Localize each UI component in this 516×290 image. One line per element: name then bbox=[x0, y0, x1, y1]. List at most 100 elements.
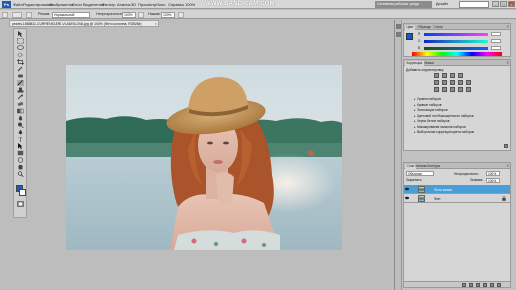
layer-name[interactable]: Фото копия bbox=[434, 188, 452, 192]
close-icon[interactable]: × bbox=[508, 1, 515, 7]
preset-exposure[interactable]: ▸Экспозиция наборов bbox=[414, 108, 499, 113]
blend-mode-select[interactable]: Обычные bbox=[406, 171, 434, 176]
channel-r-slider[interactable] bbox=[424, 33, 488, 36]
layer-style-icon[interactable] bbox=[469, 282, 473, 287]
vibrance-icon[interactable] bbox=[434, 80, 439, 85]
opacity-input[interactable]: 100% bbox=[122, 11, 136, 18]
blur-tool-icon[interactable] bbox=[17, 115, 24, 121]
tab-color[interactable]: Цвет bbox=[405, 24, 416, 30]
tab-swatches[interactable]: Образцы bbox=[416, 25, 432, 30]
menu-file[interactable]: Файл bbox=[13, 2, 23, 7]
menu-filter[interactable]: Фильтр bbox=[102, 2, 115, 7]
panel-menu-icon[interactable]: ≡ bbox=[507, 60, 509, 66]
channel-b-slider[interactable] bbox=[424, 47, 488, 50]
workspace-design-button[interactable]: Дизайн bbox=[434, 1, 457, 8]
levels-icon[interactable] bbox=[442, 73, 447, 78]
exposure-icon[interactable] bbox=[458, 73, 463, 78]
menu-view[interactable]: Просмотр bbox=[138, 2, 156, 7]
brush-size-picker[interactable] bbox=[12, 11, 22, 18]
tab-masks[interactable]: Маски bbox=[423, 61, 435, 66]
channel-b-value[interactable] bbox=[491, 46, 501, 50]
document-image[interactable] bbox=[66, 65, 342, 250]
channel-r-value[interactable] bbox=[491, 32, 501, 36]
curves-icon[interactable] bbox=[450, 73, 455, 78]
channel-g-value[interactable] bbox=[491, 39, 501, 43]
preset-hue-saturation[interactable]: ▸Цветовой тон/Насыщенность наборов bbox=[414, 114, 499, 119]
gradient-map-icon[interactable] bbox=[458, 87, 463, 92]
preset-black-white[interactable]: ▸Черно-белое наборов bbox=[414, 119, 499, 124]
brightness-contrast-icon[interactable] bbox=[434, 73, 439, 78]
panel-menu-icon[interactable]: ≡ bbox=[507, 163, 509, 169]
quick-mask-icon[interactable] bbox=[17, 201, 24, 207]
brush-tool-preset-icon[interactable] bbox=[2, 11, 8, 18]
menu-layers[interactable]: Слои bbox=[72, 2, 82, 7]
preset-selective-color[interactable]: ▸Выборочная коррекция цвета наборов bbox=[414, 130, 499, 135]
color-panel-foreground-swatch[interactable] bbox=[406, 33, 413, 40]
panel-options-icon[interactable] bbox=[504, 144, 508, 148]
zoom-tool-icon[interactable] bbox=[17, 171, 24, 177]
move-tool-icon[interactable] bbox=[17, 31, 24, 37]
visibility-eye-icon[interactable] bbox=[405, 187, 409, 191]
workspace-essentials-button[interactable]: Основная рабочая среда bbox=[375, 1, 432, 8]
preset-curves[interactable]: ▸Кривые наборов bbox=[414, 103, 499, 108]
menu-window[interactable]: Окно bbox=[156, 2, 165, 7]
search-input[interactable] bbox=[459, 1, 489, 8]
menu-3d[interactable]: 3D bbox=[131, 2, 136, 7]
layer-row[interactable]: Фон bbox=[404, 194, 510, 203]
3d-rotate-tool-icon[interactable] bbox=[17, 157, 24, 163]
background-color-swatch[interactable] bbox=[19, 189, 26, 196]
posterize-icon[interactable] bbox=[442, 87, 447, 92]
tab-paths[interactable]: Контуры bbox=[426, 164, 442, 169]
selective-color-icon[interactable] bbox=[466, 87, 471, 92]
maximize-icon[interactable]: □ bbox=[500, 1, 507, 7]
airbrush-icon[interactable] bbox=[178, 11, 184, 18]
path-selection-tool-icon[interactable] bbox=[17, 143, 24, 149]
layer-opacity-input[interactable]: 100% bbox=[486, 171, 500, 176]
healing-brush-tool-icon[interactable] bbox=[17, 73, 24, 79]
layer-name[interactable]: Фон bbox=[434, 197, 440, 201]
document-tab[interactable]: pexels-1858811-CURRENSLERI-VLADISLOVA.jp… bbox=[9, 20, 159, 27]
minimize-icon[interactable]: – bbox=[492, 1, 499, 7]
zoom-level[interactable]: 100% bbox=[185, 2, 195, 7]
color-spectrum-ramp[interactable] bbox=[412, 52, 502, 56]
brush-panel-toggle-icon[interactable] bbox=[26, 11, 32, 18]
threshold-icon[interactable] bbox=[450, 87, 455, 92]
eyedropper-tool-icon[interactable] bbox=[17, 66, 24, 72]
link-layers-icon[interactable] bbox=[462, 282, 466, 287]
shape-tool-icon[interactable] bbox=[17, 150, 24, 156]
tab-styles[interactable]: Стили bbox=[432, 25, 444, 30]
menu-help[interactable]: Справка bbox=[168, 2, 184, 7]
menu-analysis[interactable]: Анализ bbox=[117, 2, 131, 7]
mode-select[interactable]: Нормальный bbox=[52, 11, 90, 18]
fill-input[interactable]: 100% bbox=[486, 177, 500, 183]
flow-input[interactable]: 100% bbox=[161, 11, 175, 18]
hand-tool-icon[interactable] bbox=[17, 164, 24, 170]
canvas-area[interactable] bbox=[28, 28, 393, 290]
close-document-icon[interactable]: × bbox=[155, 21, 157, 26]
black-white-icon[interactable] bbox=[458, 80, 463, 85]
actions-panel-icon[interactable] bbox=[396, 32, 401, 37]
quick-selection-tool-icon[interactable] bbox=[17, 52, 24, 58]
marquee-tool-icon[interactable] bbox=[17, 38, 24, 44]
history-brush-tool-icon[interactable] bbox=[17, 94, 24, 100]
channel-g-slider[interactable] bbox=[424, 40, 488, 43]
pressure-opacity-icon[interactable] bbox=[138, 11, 144, 18]
history-panel-icon[interactable] bbox=[396, 24, 401, 29]
photo-filter-icon[interactable] bbox=[466, 80, 471, 85]
lasso-tool-icon[interactable] bbox=[17, 45, 24, 51]
visibility-eye-icon[interactable] bbox=[405, 196, 409, 200]
delete-layer-icon[interactable] bbox=[497, 282, 501, 287]
crop-tool-icon[interactable] bbox=[17, 59, 24, 65]
brush-tool-icon[interactable] bbox=[17, 80, 24, 86]
layer-row[interactable]: Фото копия bbox=[404, 185, 510, 194]
type-tool-icon[interactable]: T bbox=[17, 136, 24, 143]
preset-levels[interactable]: ▸Уровни наборов bbox=[414, 97, 499, 102]
clone-stamp-tool-icon[interactable] bbox=[17, 87, 24, 93]
hue-saturation-icon[interactable] bbox=[442, 80, 447, 85]
pen-tool-icon[interactable] bbox=[17, 129, 24, 135]
new-layer-icon[interactable] bbox=[490, 282, 494, 287]
gradient-tool-icon[interactable] bbox=[17, 108, 24, 114]
color-balance-icon[interactable] bbox=[450, 80, 455, 85]
invert-icon[interactable] bbox=[434, 87, 439, 92]
dodge-tool-icon[interactable] bbox=[17, 122, 24, 128]
